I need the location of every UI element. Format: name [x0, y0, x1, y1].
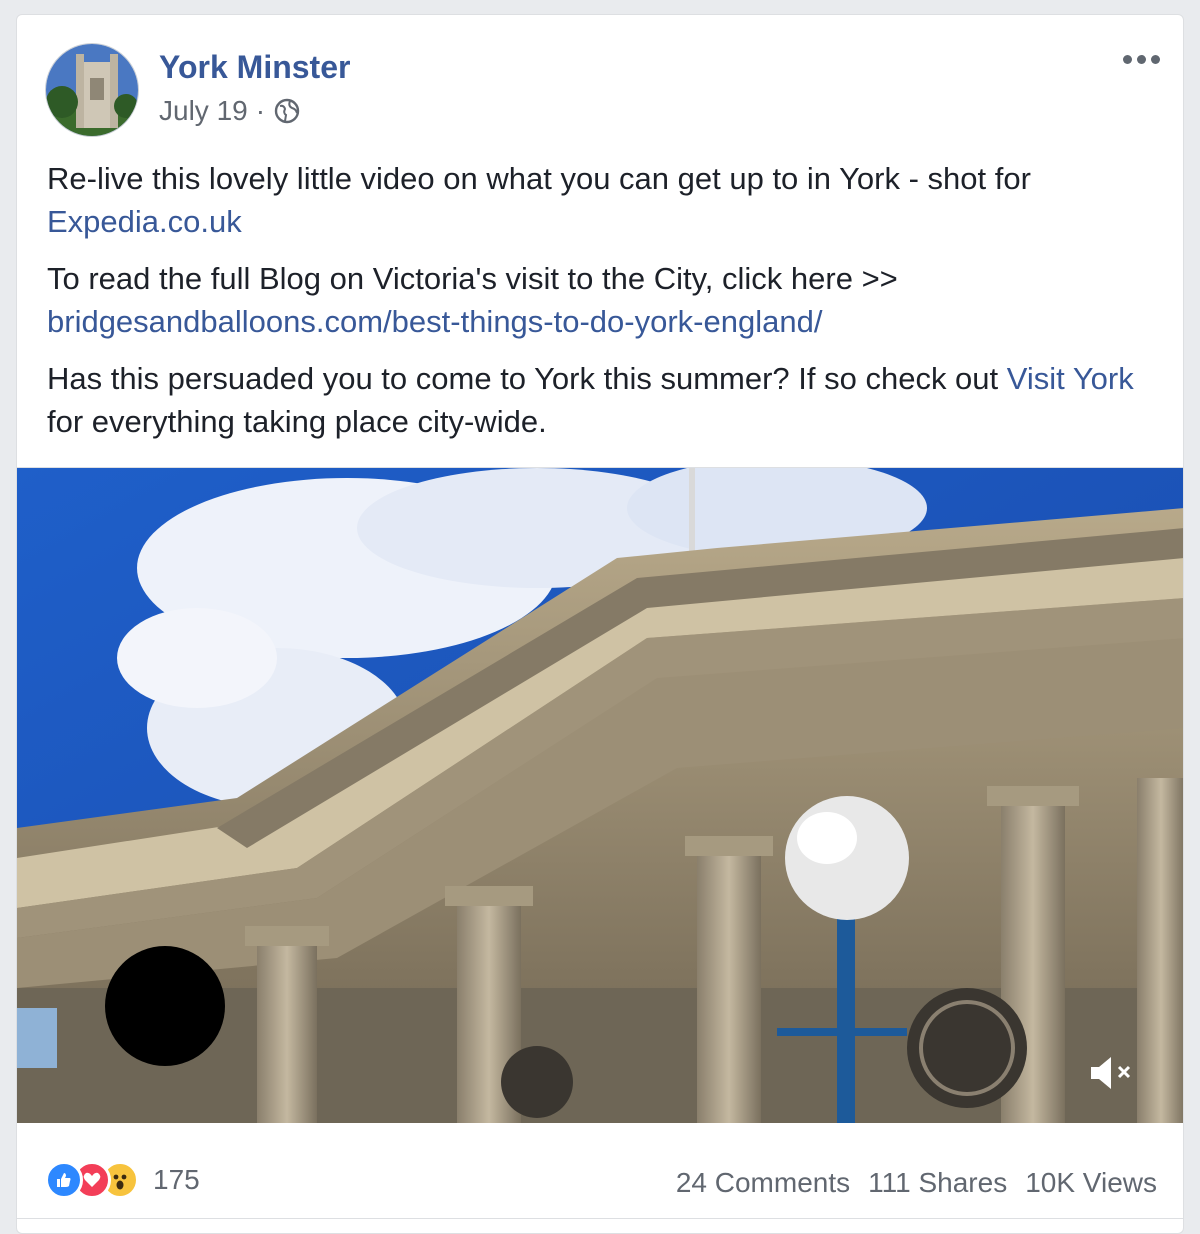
redaction-blob [105, 946, 225, 1066]
video-player[interactable] [17, 467, 1183, 1123]
post-paragraph: To read the full Blog on Victoria's visi… [47, 257, 1157, 343]
dot-icon [1122, 54, 1132, 64]
page-avatar[interactable] [45, 43, 139, 137]
globe-icon[interactable] [273, 97, 301, 125]
dot-icon [1150, 54, 1160, 64]
post-stats: 24 Comments 111 Shares 10K Views [676, 1167, 1157, 1199]
paragraph-text: for everything taking place city-wide. [47, 404, 547, 439]
like-icon [45, 1161, 83, 1199]
comments-count[interactable]: 24 Comments [676, 1167, 850, 1199]
more-options-button[interactable] [1119, 47, 1163, 71]
post-paragraph: Re-live this lovely little video on what… [47, 157, 1157, 243]
mute-button[interactable] [1087, 1053, 1139, 1093]
post-body: Re-live this lovely little video on what… [47, 157, 1157, 457]
post-card: York Minster July 19 · Re-live this love… [16, 14, 1184, 1234]
reactions-summary[interactable]: 175 [45, 1161, 200, 1199]
post-date[interactable]: July 19 [159, 95, 248, 127]
reaction-count[interactable]: 175 [153, 1164, 200, 1196]
meta-separator: · [255, 95, 266, 126]
expedia-link[interactable]: Expedia.co.uk [47, 204, 242, 239]
paragraph-text: Has this persuaded you to come to York t… [47, 361, 1007, 396]
shares-count[interactable]: 111 Shares [868, 1167, 1007, 1199]
blog-link[interactable]: bridgesandballoons.com/best-things-to-do… [47, 304, 822, 339]
page-name-link[interactable]: York Minster [159, 49, 350, 86]
post-footer: 175 24 Comments 111 Shares 10K Views [17, 1123, 1183, 1219]
views-count[interactable]: 10K Views [1025, 1167, 1157, 1199]
paragraph-text: To read the full Blog on Victoria's visi… [47, 261, 898, 296]
paragraph-text: Re-live this lovely little video on what… [47, 161, 1031, 196]
post-paragraph: Has this persuaded you to come to York t… [47, 357, 1157, 443]
speaker-muted-icon [1091, 1057, 1131, 1089]
visit-york-link[interactable]: Visit York [1007, 361, 1134, 396]
post-meta: July 19 · [159, 95, 301, 127]
dot-icon [1136, 54, 1146, 64]
